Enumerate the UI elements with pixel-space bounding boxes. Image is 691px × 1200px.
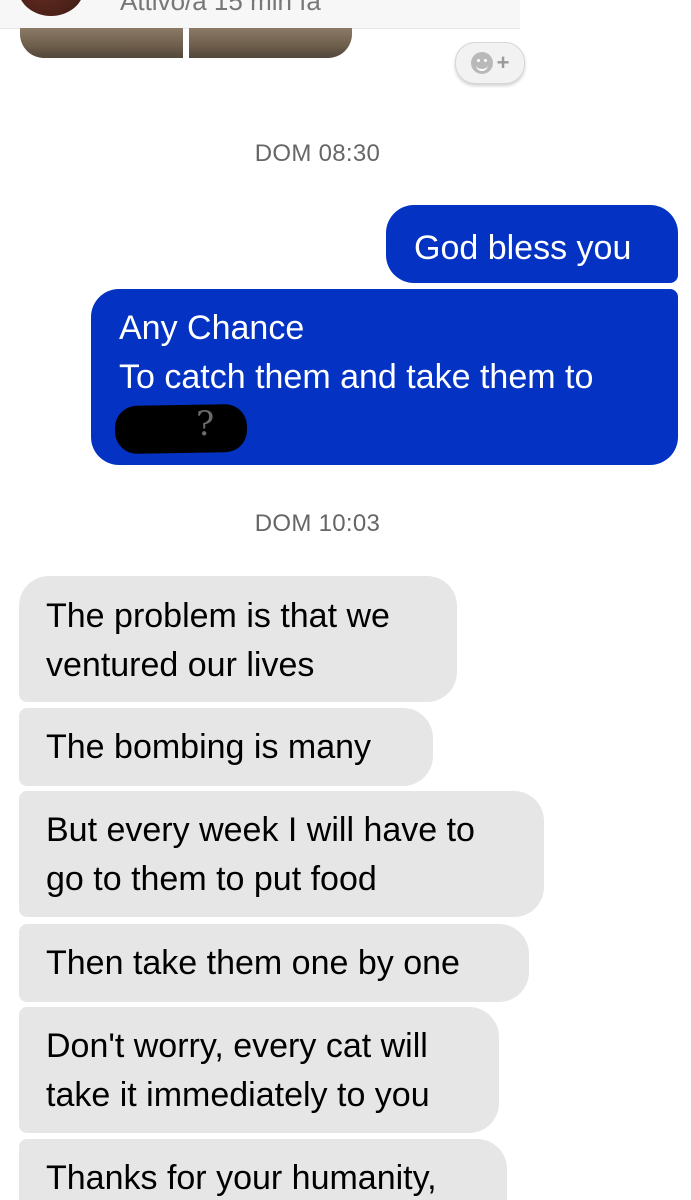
outgoing-message[interactable]: God bless you <box>386 205 678 283</box>
message-text: Thanks for your humanity, <box>46 1159 437 1197</box>
shared-photo-right[interactable] <box>189 28 352 58</box>
message-text: The problem is that we <box>46 597 390 635</box>
incoming-message[interactable]: Don't worry, every cat will take it imme… <box>19 1007 499 1133</box>
message-text: take it immediately to you <box>46 1076 430 1114</box>
contact-status: Attivo/a 15 min fa <box>120 0 321 16</box>
incoming-message[interactable]: Then take them one by one <box>19 924 529 1002</box>
message-text: ventured our lives <box>46 646 315 684</box>
message-timestamp: DOM 10:03 <box>254 510 381 537</box>
message-text: go to them to put food <box>46 860 377 898</box>
redacted-suffix: ? <box>196 404 215 444</box>
contact-avatar[interactable] <box>18 0 84 16</box>
message-text: God bless you <box>414 229 632 267</box>
add-reaction-icon <box>470 52 493 74</box>
incoming-message[interactable]: The problem is that we ventured our live… <box>19 576 457 702</box>
message-text: Then take them one by one <box>46 944 460 982</box>
incoming-message[interactable]: The bombing is many <box>19 708 433 786</box>
message-text: But every week I will have to <box>46 811 475 849</box>
message-text: The bombing is many <box>46 728 372 766</box>
plus-icon: + <box>496 50 510 75</box>
message-text: To catch them and take them to <box>119 358 594 396</box>
message-text: Don't worry, every cat will <box>46 1027 428 1065</box>
shared-photo-left[interactable] <box>20 28 183 58</box>
message-timestamp: DOM 08:30 <box>254 140 381 167</box>
message-text: Any Chance <box>119 309 305 347</box>
chat-header: Attivo/a 15 min fa <box>0 0 520 29</box>
chat-screen: Attivo/a 15 min fa + DOM 08:30 God bless… <box>0 0 691 1200</box>
incoming-message[interactable]: But every week I will have to go to them… <box>19 791 544 917</box>
incoming-message[interactable]: Thanks for your humanity, <box>19 1139 507 1200</box>
add-reaction-button[interactable]: + <box>455 42 525 84</box>
redaction-mark <box>114 403 248 455</box>
